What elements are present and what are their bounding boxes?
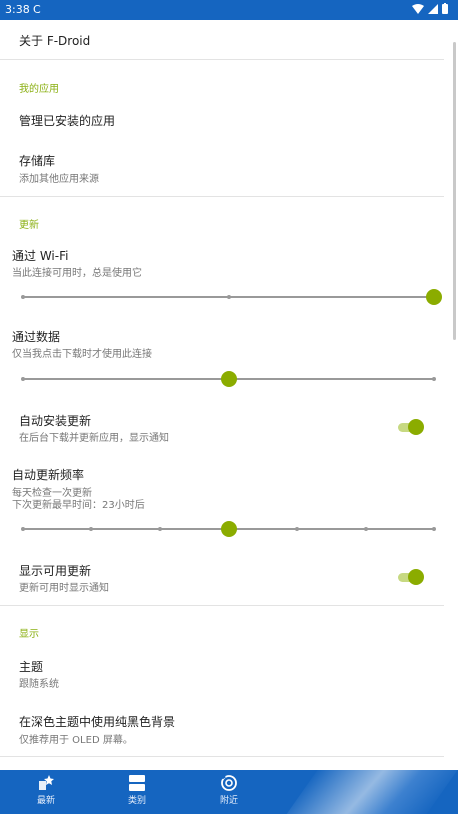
- slider-tick: [432, 527, 436, 531]
- sync-icon: C: [33, 3, 41, 16]
- scrollbar[interactable]: [453, 42, 456, 340]
- bottom-navigation: 最新 类别 附近: [0, 770, 458, 814]
- data-slider[interactable]: [21, 371, 436, 387]
- auto-install-updates-label: 自动安装更新: [19, 414, 92, 428]
- divider: [0, 605, 444, 606]
- pure-black-background-item[interactable]: 在深色主题中使用纯黑色背景 仅推荐用于 OLED 屏幕。: [0, 706, 444, 750]
- next-update-time: 下次更新最早时间：23小时后: [12, 500, 145, 511]
- nav-categories[interactable]: 类别: [107, 772, 167, 806]
- divider: [0, 756, 444, 757]
- manage-installed-apps-item[interactable]: 管理已安装的应用: [0, 102, 444, 138]
- update-frequency-label: 自动更新频率: [12, 468, 85, 482]
- category-updates: 更新: [19, 220, 39, 231]
- nav-nearby[interactable]: 附近: [199, 772, 259, 806]
- divider: [0, 196, 444, 197]
- over-wifi-label: 通过 Wi-Fi: [12, 249, 69, 263]
- theme-label: 主题: [19, 660, 44, 674]
- nav-categories-label: 类别: [127, 796, 146, 806]
- update-frequency-slider[interactable]: [21, 521, 436, 537]
- slider-tick: [294, 527, 299, 531]
- slider-thumb[interactable]: [426, 289, 442, 305]
- nearby-icon: [221, 774, 237, 791]
- slider-tick: [157, 527, 162, 531]
- screen-glare: [275, 770, 458, 814]
- nav-latest[interactable]: 最新: [16, 772, 76, 806]
- show-available-updates-item[interactable]: 显示可用更新 更新可用时显示通知: [0, 556, 444, 598]
- slider-tick: [89, 527, 94, 531]
- settings-list[interactable]: 关于 F-Droid 我的应用 管理已安装的应用 存储库 添加其他应用来源 更新…: [0, 20, 458, 770]
- theme-summary: 跟随系统: [19, 679, 59, 690]
- category-my-apps: 我的应用: [19, 84, 59, 95]
- show-available-updates-label: 显示可用更新: [19, 564, 92, 578]
- slider-tick: [21, 377, 25, 381]
- latest-icon: [39, 775, 54, 790]
- categories-icon: [129, 775, 145, 791]
- pure-black-background-summary: 仅推荐用于 OLED 屏幕。: [19, 735, 133, 746]
- slider-tick: [363, 527, 368, 531]
- show-updates-toggle[interactable]: [398, 569, 424, 585]
- slider-tick: [21, 295, 25, 299]
- auto-install-updates-summary: 在后台下载并更新应用，显示通知: [19, 433, 169, 444]
- repositories-summary: 添加其他应用来源: [19, 174, 99, 185]
- status-bar: 3:38 C: [0, 0, 458, 20]
- slider-tick: [21, 527, 25, 531]
- category-display: 显示: [19, 629, 39, 640]
- over-data-label: 通过数据: [12, 330, 61, 344]
- over-wifi-summary: 当此连接可用时，总是使用它: [12, 268, 142, 279]
- pure-black-background-label: 在深色主题中使用纯黑色背景: [19, 715, 176, 729]
- nav-latest-label: 最新: [36, 796, 55, 806]
- divider: [0, 59, 444, 60]
- auto-install-updates-item[interactable]: 自动安装更新 在后台下载并更新应用，显示通知: [0, 406, 444, 448]
- wifi-slider[interactable]: [21, 289, 442, 305]
- slider-thumb[interactable]: [220, 521, 237, 537]
- update-frequency-item: 自动更新频率 每天检查一次更新 下次更新最早时间：23小时后: [0, 463, 444, 515]
- wifi-icon: [412, 3, 424, 14]
- over-data-summary: 仅当我点击下载时才使用此连接: [12, 349, 152, 360]
- signal-icon: [428, 3, 438, 14]
- about-fdroid-label: 关于 F-Droid: [19, 34, 91, 48]
- battery-icon: [442, 3, 448, 14]
- nav-nearby-label: 附近: [219, 796, 238, 806]
- repositories-label: 存储库: [19, 154, 56, 168]
- slider-tick: [226, 295, 231, 299]
- theme-item[interactable]: 主题 跟随系统: [0, 650, 444, 694]
- repositories-item[interactable]: 存储库 添加其他应用来源: [0, 144, 444, 190]
- about-fdroid-item[interactable]: 关于 F-Droid: [0, 20, 444, 58]
- slider-tick: [432, 377, 436, 381]
- manage-installed-apps-label: 管理已安装的应用: [19, 114, 116, 128]
- show-available-updates-summary: 更新可用时显示通知: [19, 583, 109, 594]
- slider-thumb[interactable]: [220, 371, 237, 387]
- status-time: 3:38: [5, 3, 30, 16]
- auto-install-toggle[interactable]: [398, 419, 424, 435]
